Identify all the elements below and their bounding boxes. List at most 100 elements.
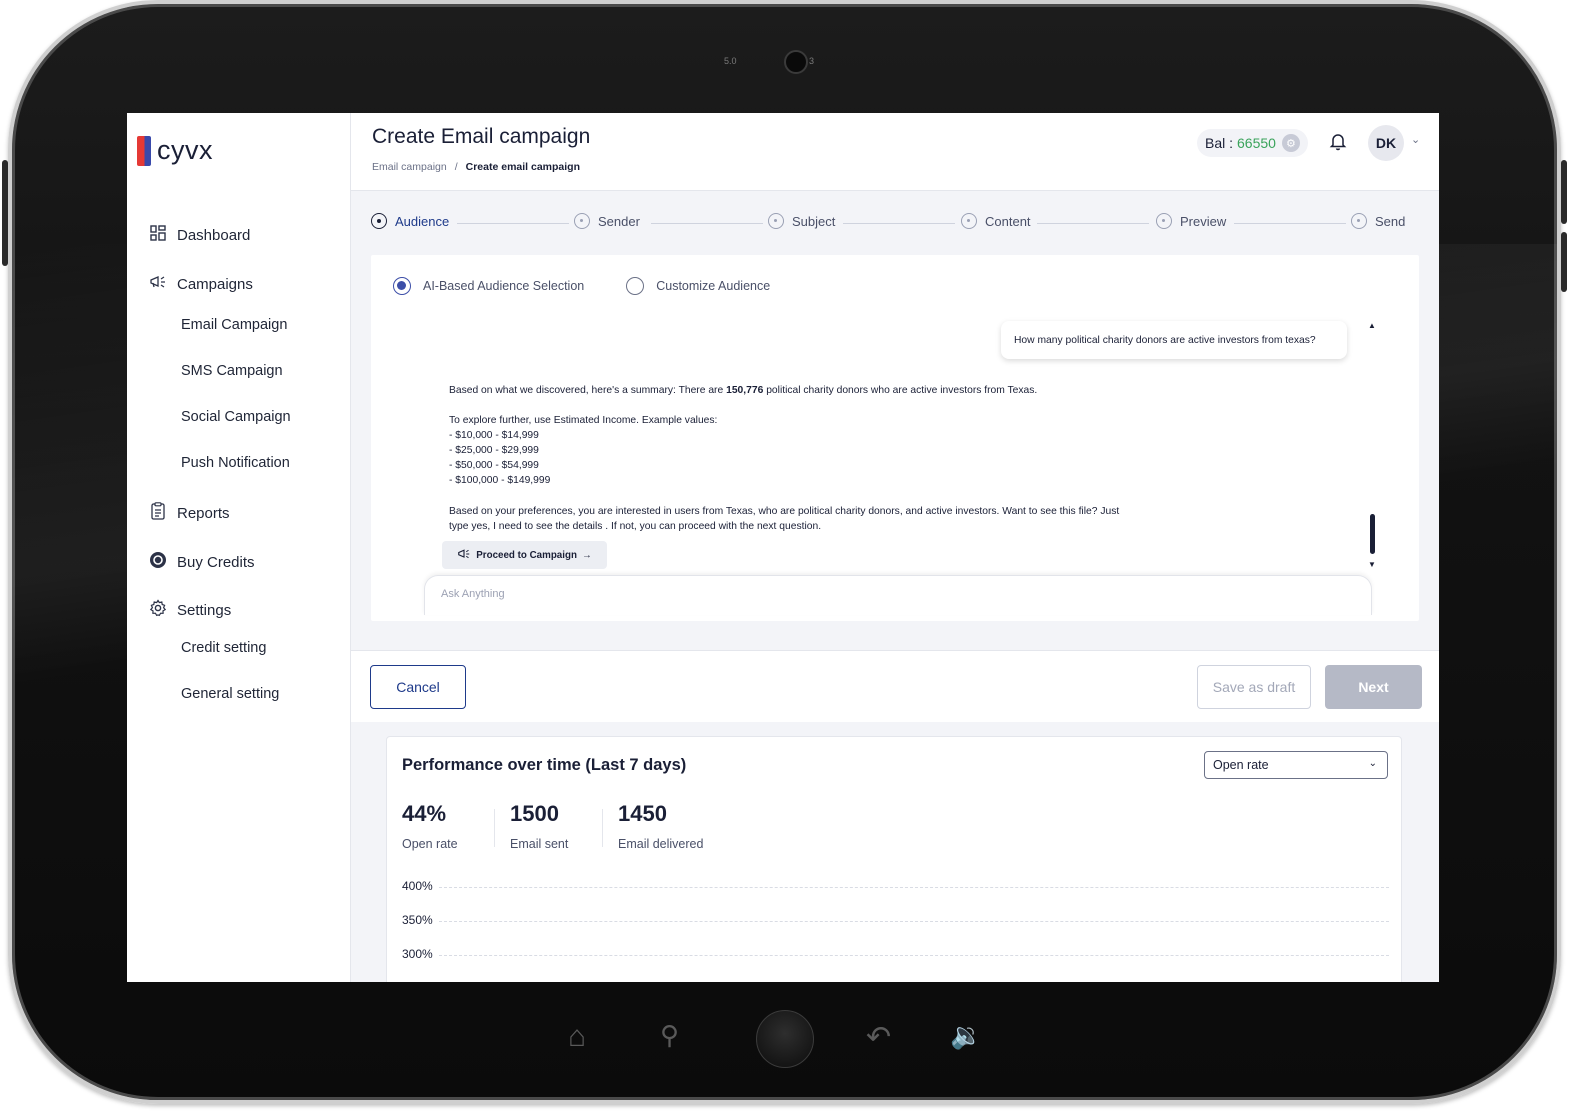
sidebar: cyvx Dashboard Campaigns Email Campaign … [127, 113, 351, 982]
sidebar-item-sms-campaign[interactable]: SMS Campaign [181, 363, 283, 379]
summary-suffix: political charity donors who are active … [766, 385, 1038, 396]
sidebar-item-credit-setting[interactable]: Credit setting [181, 640, 266, 656]
grid-icon [147, 225, 169, 246]
sidebar-item-label: Settings [177, 602, 232, 619]
step-subject[interactable]: Subject [768, 213, 835, 229]
assistant-preferences-line: Based on your preferences, you are inter… [449, 506, 1120, 517]
step-send[interactable]: Send [1351, 213, 1405, 229]
ai-audience-label[interactable]: AI-Based Audience Selection [423, 279, 584, 293]
stat-divider [494, 809, 495, 847]
sidebar-item-label: Buy Credits [177, 554, 255, 571]
step-sender[interactable]: Sender [574, 213, 640, 229]
stat-divider [602, 809, 603, 847]
campaign-stepper: Audience Sender Subject Content Preview … [371, 209, 1411, 239]
save-draft-button[interactable]: Save as draft [1197, 665, 1311, 709]
aux-side-button[interactable] [1561, 232, 1567, 292]
coin-icon [147, 551, 169, 574]
sidebar-item-social-campaign[interactable]: Social Campaign [181, 409, 291, 425]
clipboard-icon [147, 502, 169, 525]
step-connector [1037, 223, 1149, 224]
volume-hw-icon[interactable]: 🔉 [950, 1020, 982, 1051]
breadcrumb-current: Create email campaign [465, 161, 581, 173]
front-camera [784, 50, 808, 74]
stat-label: Email delivered [618, 837, 704, 851]
next-button[interactable]: Next [1325, 665, 1422, 709]
sidebar-item-settings[interactable]: Settings [147, 599, 231, 622]
stat-label: Email sent [510, 837, 569, 851]
arrow-right-icon: → [581, 549, 592, 561]
camera-right-label: 3 [809, 56, 815, 66]
brand-logo[interactable]: cyvx [137, 135, 213, 166]
customize-audience-label[interactable]: Customize Audience [656, 279, 770, 293]
stat-label: Open rate [402, 837, 458, 851]
step-preview[interactable]: Preview [1156, 213, 1226, 229]
sidebar-item-buy-credits[interactable]: Buy Credits [147, 551, 255, 574]
sidebar-item-general-setting[interactable]: General setting [181, 686, 279, 702]
audience-mode-options: AI-Based Audience Selection Customize Au… [393, 277, 770, 295]
y-tick-label: 300% [402, 947, 433, 961]
step-connector [457, 223, 569, 224]
step-audience[interactable]: Audience [371, 213, 449, 229]
sidebar-item-label: Campaigns [177, 276, 253, 293]
stat-email-delivered: 1450 Email delivered [618, 801, 703, 851]
step-label: Content [985, 213, 1031, 229]
step-connector [651, 223, 763, 224]
step-connector [843, 223, 955, 224]
income-value-item: - $25,000 - $29,999 [449, 445, 539, 456]
ai-audience-radio[interactable] [393, 277, 411, 295]
step-dot-icon [574, 213, 590, 229]
sidebar-item-push-notification[interactable]: Push Notification [181, 455, 290, 471]
sidebar-item-label: Reports [177, 505, 230, 522]
customize-audience-radio[interactable] [626, 277, 645, 295]
sidebar-item-reports[interactable]: Reports [147, 502, 230, 525]
stat-value: 44% [402, 801, 447, 826]
power-side-button[interactable] [1561, 160, 1567, 224]
stat-value: 1500 [510, 801, 559, 826]
audience-panel: AI-Based Audience Selection Customize Au… [371, 255, 1419, 621]
sidebar-item-campaigns[interactable]: Campaigns [147, 274, 253, 295]
summary-count: 150,776 [726, 385, 764, 396]
breadcrumb-parent[interactable]: Email campaign [372, 161, 447, 173]
scroll-down-arrow-icon[interactable]: ▼ [1368, 560, 1376, 569]
back-hw-icon[interactable]: ↶ [866, 1020, 891, 1055]
chevron-down-icon[interactable]: ⌄ [1411, 133, 1420, 146]
balance-label: Bal : [1205, 135, 1234, 151]
sidebar-item-dashboard[interactable]: Dashboard [147, 225, 250, 246]
step-connector [1234, 223, 1346, 224]
volume-side-button[interactable] [2, 160, 8, 266]
megaphone-icon [147, 274, 169, 295]
step-dot-icon [1156, 213, 1172, 229]
assistant-summary: Based on what we discovered, here's a su… [449, 383, 1037, 398]
bell-icon[interactable] [1329, 131, 1347, 156]
logo-mark-icon [137, 135, 151, 166]
megaphone-icon [457, 548, 471, 563]
ask-input[interactable]: Ask Anything [424, 575, 1372, 615]
stat-value: 1450 [618, 801, 667, 826]
stat-email-sent: 1500 Email sent [510, 801, 568, 851]
balance-badge: Bal : 66550 ⚙ [1197, 129, 1308, 157]
stat-open-rate: 44% Open rate [402, 801, 458, 851]
step-content[interactable]: Content [961, 213, 1031, 229]
step-dot-icon [961, 213, 977, 229]
proceed-to-campaign-button[interactable]: Proceed to Campaign → [442, 541, 607, 569]
y-tick-label: 350% [402, 913, 433, 927]
performance-card: Performance over time (Last 7 days) Open… [386, 736, 1402, 982]
avatar[interactable]: DK [1368, 125, 1404, 161]
sidebar-item-email-campaign[interactable]: Email Campaign [181, 317, 287, 333]
home-hw-icon[interactable]: ⌂ [568, 1020, 586, 1054]
assistant-preferences-line: type yes, I need to see the details . If… [449, 521, 822, 532]
step-dot-icon [371, 213, 387, 229]
home-button[interactable] [756, 1010, 814, 1068]
chat-scrollbar[interactable] [1370, 514, 1375, 554]
step-label: Subject [792, 213, 836, 229]
gear-icon [147, 599, 169, 622]
metric-select[interactable]: Open rate ⌄ [1204, 751, 1388, 779]
action-bar: Cancel Save as draft Next [351, 650, 1439, 722]
sidebar-item-label: Dashboard [177, 227, 251, 244]
cancel-button[interactable]: Cancel [370, 665, 466, 709]
search-hw-icon[interactable]: ⚲ [660, 1020, 679, 1051]
user-message-bubble: How many political charity donors are ac… [1001, 321, 1347, 359]
performance-title: Performance over time (Last 7 days) [402, 756, 687, 774]
breadcrumb-separator: / [454, 161, 458, 173]
scroll-up-arrow-icon[interactable]: ▲ [1368, 321, 1376, 330]
